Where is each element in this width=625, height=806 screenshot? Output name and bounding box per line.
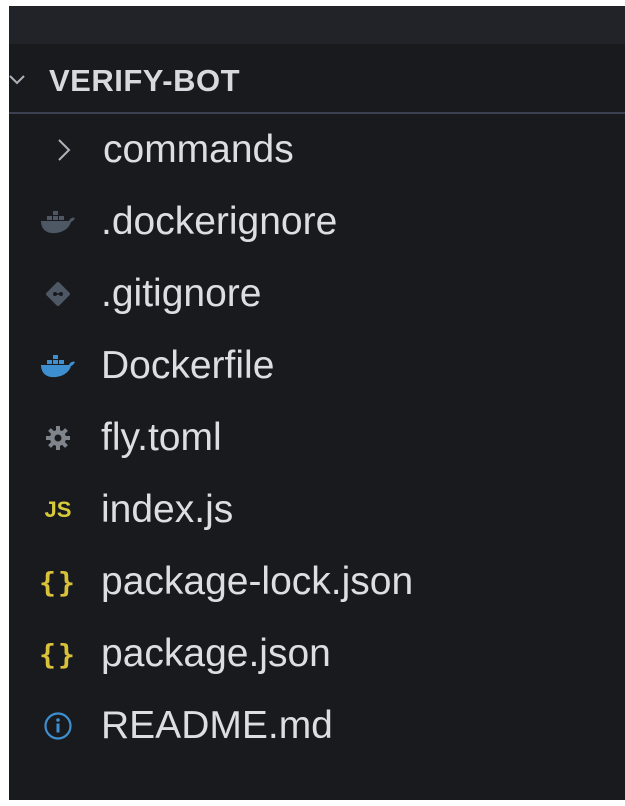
file-label: package-lock.json [101,560,414,603]
info-icon [37,706,79,746]
file-label: fly.toml [101,416,222,459]
file-gitignore[interactable]: .gitignore [9,258,625,330]
file-label: .gitignore [101,272,262,315]
file-label: Dockerfile [101,344,275,387]
project-folder-header[interactable]: VERIFY-BOT [9,44,625,114]
file-fly-toml[interactable]: fly.toml [9,402,625,474]
file-package-lock-json[interactable]: {} package-lock.json [9,546,625,618]
file-dockerignore[interactable]: .dockerignore [9,186,625,258]
chevron-right-icon [49,130,79,170]
gear-icon [37,418,79,458]
folder-label: commands [103,128,294,171]
folder-commands[interactable]: commands [9,114,625,186]
docker-icon [37,202,79,242]
file-package-json[interactable]: {} package.json [9,618,625,690]
file-explorer-panel: VERIFY-BOT commands .dockerignore .gitig… [9,6,625,800]
docker-icon [37,346,79,386]
file-dockerfile[interactable]: Dockerfile [9,330,625,402]
panel-top-bar [9,6,625,44]
file-label: package.json [101,632,331,675]
file-readme-md[interactable]: README.md [9,690,625,762]
file-label: index.js [101,488,234,531]
git-icon [37,274,79,314]
project-title: VERIFY-BOT [49,63,241,98]
file-label: README.md [101,704,333,747]
json-braces-icon: {} [39,637,77,671]
chevron-down-icon [9,75,25,85]
file-label: .dockerignore [101,200,338,243]
json-braces-icon: {} [39,565,77,599]
js-icon: JS [44,497,72,522]
file-index-js[interactable]: JS index.js [9,474,625,546]
